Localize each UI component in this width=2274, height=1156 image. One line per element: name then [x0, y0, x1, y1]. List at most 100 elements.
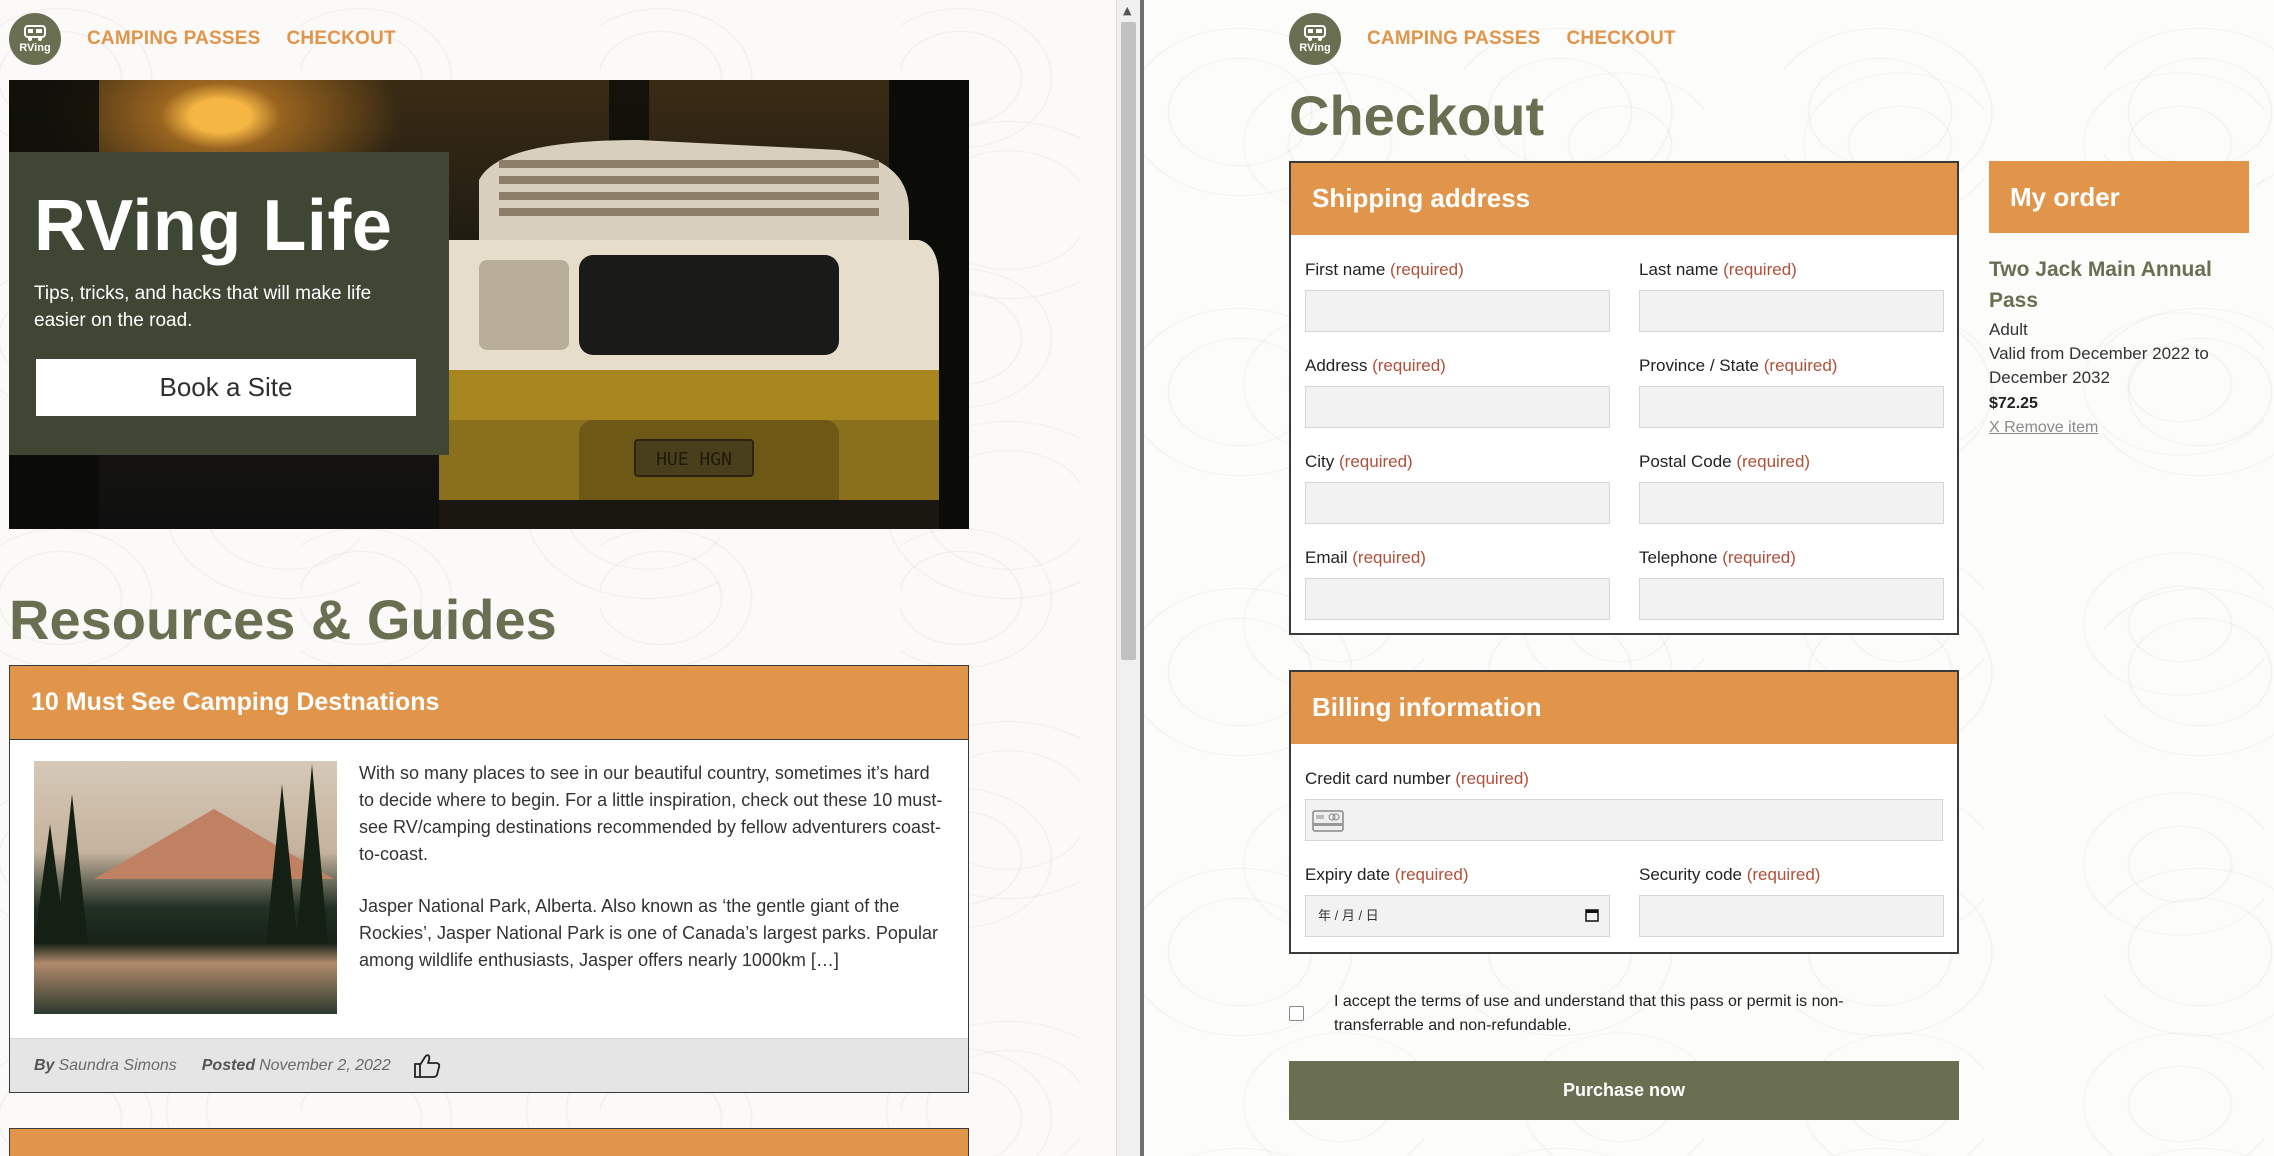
- terms-checkbox[interactable]: [1289, 1006, 1304, 1021]
- province-input[interactable]: [1639, 386, 1944, 428]
- vertical-scrollbar[interactable]: ▲: [1116, 0, 1140, 1156]
- city-label: City (required): [1305, 452, 1413, 471]
- telephone-label: Telephone (required): [1639, 548, 1796, 567]
- first-name-field: First name (required): [1305, 260, 1610, 332]
- province-label: Province / State (required): [1639, 356, 1838, 375]
- nav-link-camping-passes[interactable]: CAMPING PASSES: [87, 28, 260, 50]
- required-tag: (required): [1339, 452, 1413, 471]
- province-field: Province / State (required): [1639, 356, 1944, 428]
- article-title[interactable]: 10 Must See Camping Destnations: [31, 688, 439, 717]
- logo-text: RVing: [19, 42, 51, 54]
- remove-item-link[interactable]: X Remove item: [1989, 416, 2249, 440]
- telephone-input[interactable]: [1639, 578, 1944, 620]
- pine-shape: [296, 764, 328, 944]
- email-input[interactable]: [1305, 578, 1610, 620]
- shipping-panel: Shipping address First name (required) L…: [1289, 161, 1959, 635]
- rv-icon: [24, 25, 46, 41]
- required-tag: (required): [1394, 865, 1469, 884]
- purchase-now-button[interactable]: Purchase now: [1289, 1061, 1959, 1120]
- rving-logo[interactable]: RVing: [1289, 13, 1341, 65]
- scroll-up-arrow-icon[interactable]: ▲: [1123, 4, 1131, 17]
- email-field: Email (required): [1305, 548, 1610, 620]
- terms-text[interactable]: I accept the terms of use and understand…: [1334, 990, 1929, 1038]
- order-item-validity: Valid from December 2022 to December 203…: [1989, 344, 2209, 387]
- rv-icon: [1304, 25, 1326, 41]
- required-tag: (required): [1455, 769, 1529, 788]
- expiry-date-input[interactable]: 年 / 月 / 日: [1305, 895, 1610, 937]
- article-paragraph: Jasper National Park, Alberta. Also know…: [359, 896, 938, 970]
- article-card-header[interactable]: [10, 1129, 968, 1156]
- order-item-type: Adult: [1989, 320, 2028, 339]
- hero-card: RVing Life Tips, tricks, and hacks that …: [9, 152, 449, 455]
- order-summary: Two Jack Main Annual Pass Adult Valid fr…: [1989, 254, 2249, 440]
- credit-card-icon: [1312, 810, 1344, 832]
- city-input[interactable]: [1305, 482, 1610, 524]
- van-image: HUE HGN: [439, 140, 939, 529]
- terms-row: I accept the terms of use and understand…: [1289, 990, 1929, 1038]
- billing-panel: Billing information Credit card number (…: [1289, 670, 1959, 954]
- pine-shape: [266, 784, 298, 944]
- required-tag: (required): [1736, 452, 1811, 471]
- top-nav: RVing CAMPING PASSES CHECKOUT: [9, 10, 396, 68]
- book-a-site-button[interactable]: Book a Site: [34, 357, 418, 418]
- article-card-header[interactable]: 10 Must See Camping Destnations: [10, 666, 968, 740]
- logo-text: RVing: [1299, 42, 1331, 54]
- expiry-date-label: Expiry date (required): [1305, 865, 1469, 884]
- card-number-input[interactable]: [1305, 799, 1943, 841]
- posted-label: Posted: [201, 1056, 256, 1074]
- van-plate-text: HUE HGN: [656, 449, 732, 470]
- scrollbar-thumb[interactable]: [1121, 22, 1136, 660]
- left-browser-pane: RVing CAMPING PASSES CHECKOUT HUE HGN RV…: [0, 0, 1116, 1156]
- security-code-input[interactable]: [1639, 895, 1944, 937]
- nav-link-checkout[interactable]: CHECKOUT: [286, 28, 395, 50]
- article-card: 10 Must See Camping Destnations With so …: [9, 665, 969, 1093]
- rving-logo[interactable]: RVing: [9, 13, 61, 65]
- order-item-name: Two Jack Main Annual Pass: [1989, 258, 2212, 312]
- card-number-field: Credit card number (required): [1305, 769, 1943, 841]
- top-nav: RVing CAMPING PASSES CHECKOUT: [1289, 10, 1676, 68]
- last-name-field: Last name (required): [1639, 260, 1944, 332]
- article-footer: By Saundra Simons Posted November 2, 202…: [10, 1038, 968, 1092]
- required-tag: (required): [1390, 260, 1464, 279]
- hero-title: RVing Life: [34, 186, 393, 266]
- required-tag: (required): [1372, 356, 1446, 375]
- calendar-icon[interactable]: [1585, 908, 1599, 922]
- pine-shape: [56, 794, 88, 944]
- article-excerpt: With so many places to see in our beauti…: [359, 760, 944, 974]
- post-date: November 2, 2022: [259, 1056, 391, 1074]
- nav-link-camping-passes[interactable]: CAMPING PASSES: [1367, 28, 1540, 50]
- required-tag: (required): [1763, 356, 1838, 375]
- my-order-heading: My order: [2010, 181, 2120, 212]
- my-order-header: My order: [1989, 161, 2249, 233]
- order-item-price: $72.25: [1989, 395, 2038, 412]
- security-code-label: Security code (required): [1639, 865, 1821, 884]
- author-name: Saundra Simons: [58, 1056, 177, 1074]
- address-field: Address (required): [1305, 356, 1610, 428]
- email-label: Email (required): [1305, 548, 1426, 567]
- last-name-input[interactable]: [1639, 290, 1944, 332]
- hero-subtitle: Tips, tricks, and hacks that will make l…: [34, 283, 372, 331]
- address-input[interactable]: [1305, 386, 1610, 428]
- first-name-input[interactable]: [1305, 290, 1610, 332]
- expiry-date-field: Expiry date (required) 年 / 月 / 日: [1305, 865, 1610, 937]
- billing-heading: Billing information: [1312, 691, 1542, 722]
- article-image: [34, 761, 337, 1014]
- thumbs-up-icon[interactable]: [413, 1053, 441, 1079]
- last-name-label: Last name (required): [1639, 260, 1797, 279]
- postal-code-input[interactable]: [1639, 482, 1944, 524]
- expiry-placeholder: 年 / 月 / 日: [1318, 908, 1379, 923]
- shipping-header: Shipping address: [1291, 163, 1957, 235]
- telephone-field: Telephone (required): [1639, 548, 1944, 620]
- nav-link-checkout[interactable]: CHECKOUT: [1566, 28, 1675, 50]
- first-name-label: First name (required): [1305, 260, 1464, 279]
- postal-code-label: Postal Code (required): [1639, 452, 1811, 471]
- by-label: By: [34, 1056, 55, 1074]
- hero-banner: HUE HGN RVing Life Tips, tricks, and hac…: [9, 80, 969, 529]
- card-number-label: Credit card number (required): [1305, 769, 1529, 788]
- article-paragraph: With so many places to see in our beauti…: [359, 763, 943, 864]
- billing-header: Billing information: [1291, 672, 1957, 744]
- article-card-partial: [9, 1128, 969, 1156]
- shipping-heading: Shipping address: [1312, 182, 1531, 213]
- postal-code-field: Postal Code (required): [1639, 452, 1944, 524]
- security-code-field: Security code (required): [1639, 865, 1944, 937]
